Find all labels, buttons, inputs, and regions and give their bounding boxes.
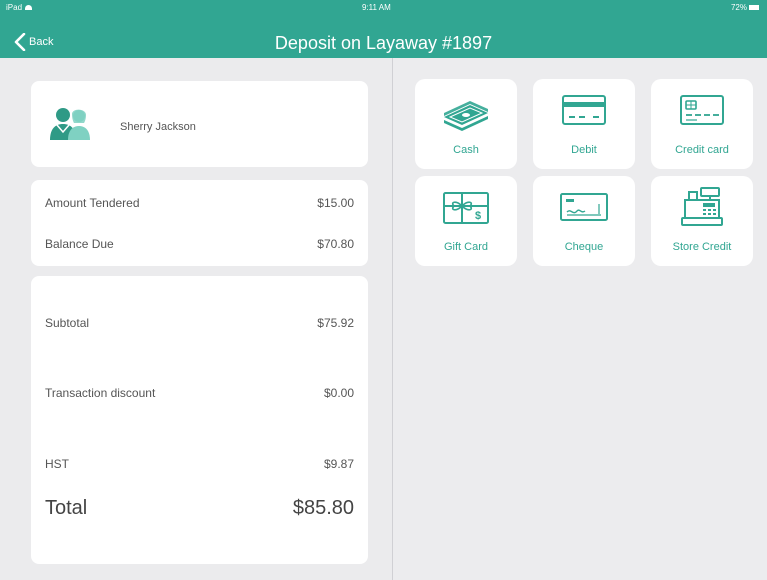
status-time: 9:11 AM bbox=[362, 3, 391, 12]
navigation-bar: iPad 9:11 AM 72% Back Deposit on Layaway… bbox=[0, 0, 767, 58]
balance-due-label: Balance Due bbox=[45, 237, 114, 251]
cash-register-icon bbox=[681, 187, 723, 226]
cheque-label: Cheque bbox=[564, 241, 604, 253]
discount-row: Transaction discount $0.00 bbox=[45, 386, 354, 400]
credit-card-icon bbox=[680, 95, 724, 125]
totals-card: Subtotal $75.92 Transaction discount $0.… bbox=[31, 276, 368, 564]
total-value: $85.80 bbox=[292, 497, 354, 519]
svg-text:$: $ bbox=[475, 210, 481, 222]
gift-card-icon: $ bbox=[443, 192, 489, 224]
battery-label: 72% bbox=[730, 3, 747, 12]
total-label: Total bbox=[45, 497, 88, 519]
payment-methods-panel: Cash Debit Credit card $ Gift Card Chequ… bbox=[393, 58, 767, 580]
battery-icon bbox=[749, 5, 759, 10]
cheque-button[interactable]: Cheque bbox=[533, 176, 635, 266]
tax-label: HST bbox=[45, 457, 69, 471]
subtotal-label: Subtotal bbox=[45, 316, 90, 330]
gift-card-label: Gift Card bbox=[443, 241, 488, 253]
tender-card: Amount Tendered $15.00 Balance Due $70.8… bbox=[31, 180, 368, 266]
subtotal-row: Subtotal $75.92 bbox=[45, 316, 354, 330]
cash-icon bbox=[444, 101, 488, 131]
device-label: iPad bbox=[6, 3, 23, 12]
amount-tendered-row: Amount Tendered $15.00 bbox=[45, 196, 354, 210]
customer-avatar-icon bbox=[50, 108, 90, 140]
battery-status: 72% bbox=[731, 3, 759, 12]
cash-label: Cash bbox=[453, 144, 479, 156]
order-summary-panel: Sherry Jackson Amount Tendered $15.00 Ba… bbox=[0, 58, 392, 580]
cash-button[interactable]: Cash bbox=[415, 79, 517, 169]
balance-due-value: $70.80 bbox=[317, 237, 354, 251]
debit-card-icon bbox=[562, 95, 606, 125]
tax-row: HST $9.87 bbox=[45, 457, 354, 471]
amount-tendered-value: $15.00 bbox=[317, 196, 354, 210]
device-status: iPad bbox=[6, 3, 33, 12]
store-credit-button[interactable]: Store Credit bbox=[651, 176, 753, 266]
total-row: Total $85.80 bbox=[45, 497, 354, 520]
amount-tendered-label: Amount Tendered bbox=[45, 196, 140, 210]
debit-button[interactable]: Debit bbox=[533, 79, 635, 169]
discount-value: $0.00 bbox=[323, 386, 354, 400]
balance-due-row: Balance Due $70.80 bbox=[45, 237, 354, 251]
cheque-icon bbox=[560, 193, 608, 221]
gift-card-button[interactable]: $ Gift Card bbox=[415, 176, 517, 266]
page-title: Deposit on Layaway #1897 bbox=[274, 33, 493, 53]
store-credit-label: Store Credit bbox=[672, 241, 732, 253]
debit-label: Debit bbox=[571, 144, 597, 156]
tax-value: $9.87 bbox=[323, 457, 354, 471]
credit-card-label: Credit card bbox=[675, 144, 729, 156]
customer-name: Sherry Jackson bbox=[120, 121, 196, 133]
credit-card-button[interactable]: Credit card bbox=[651, 79, 753, 169]
customer-card[interactable]: Sherry Jackson bbox=[31, 81, 368, 167]
subtotal-value: $75.92 bbox=[317, 316, 354, 330]
wifi-icon bbox=[25, 5, 33, 10]
discount-label: Transaction discount bbox=[45, 386, 156, 400]
